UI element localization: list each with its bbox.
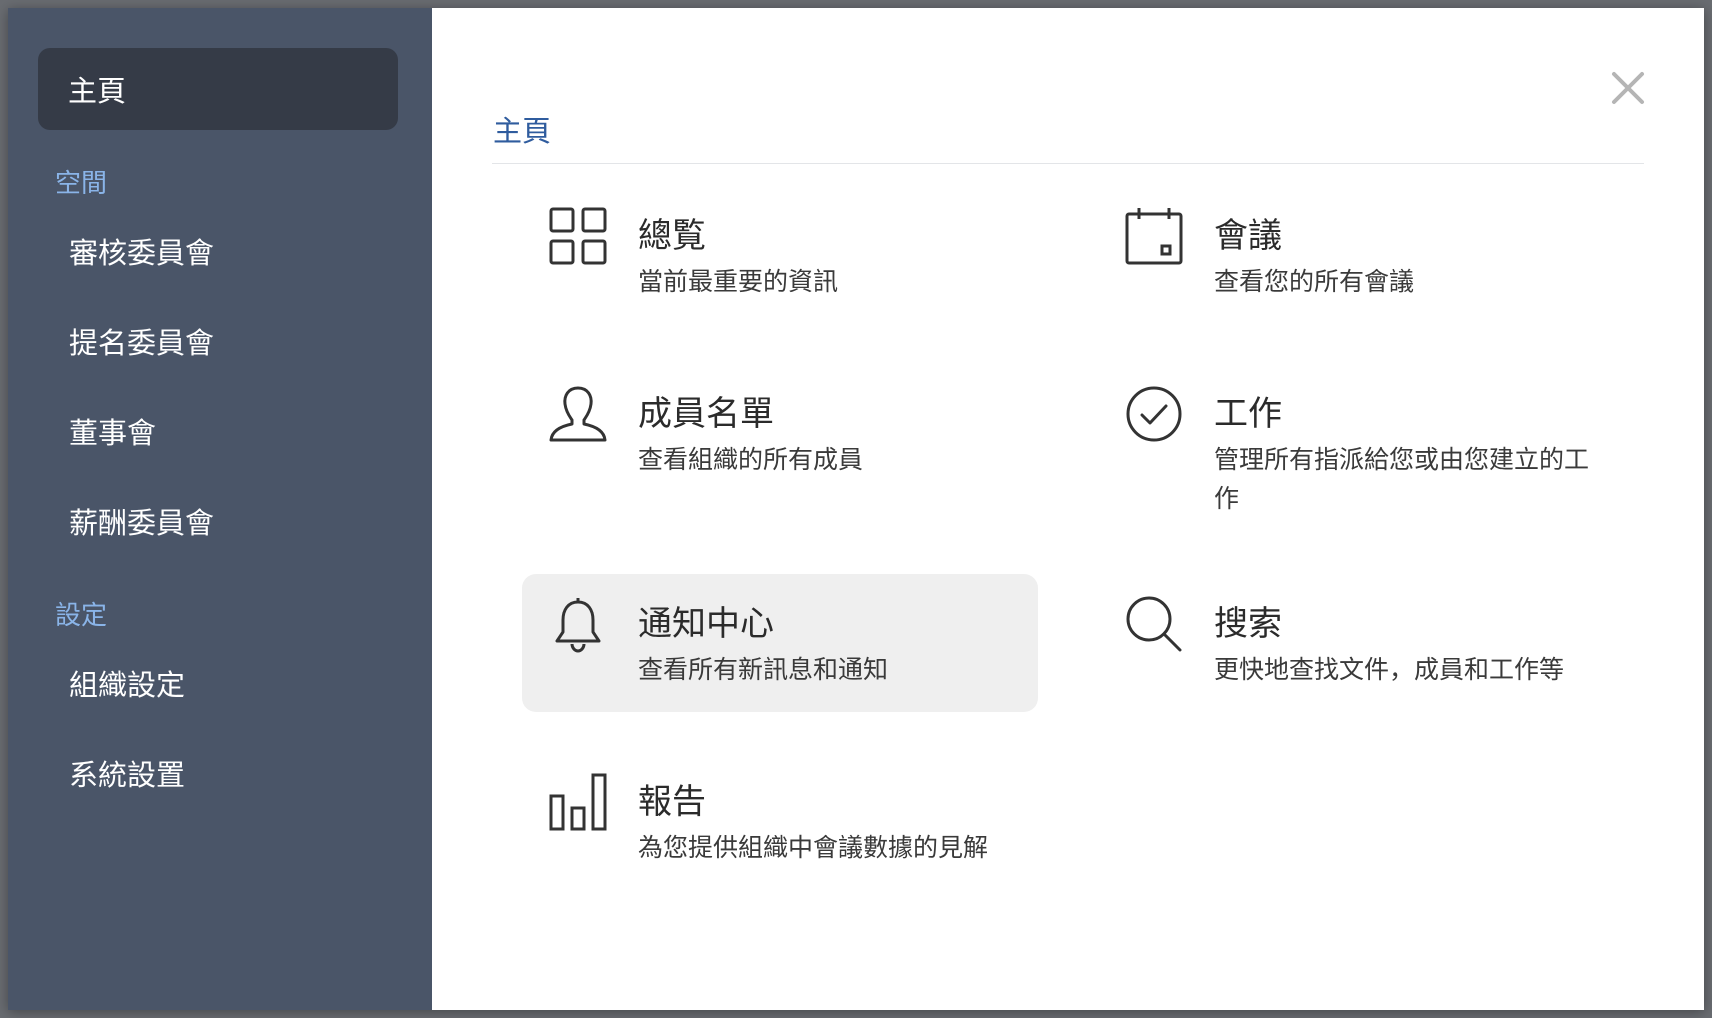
tile-description: 查看您的所有會議 [1214,267,1415,296]
grid-icon [548,206,608,266]
sidebar-item-home[interactable]: 主頁 [38,48,398,130]
tile-overview[interactable]: 總覧 當前最重要的資訊 [522,186,1038,324]
sidebar-item-board[interactable]: 董事會 [8,388,432,478]
sidebar-section-spaces: 空間 [55,169,108,199]
tile-title: 會議 [1214,216,1282,256]
sidebar-item-system-settings[interactable]: 系統設置 [8,730,432,820]
tile-meetings[interactable]: 會議 查看您的所有會議 [1098,186,1614,324]
sidebar-item-remuneration-committee[interactable]: 薪酬委員會 [8,478,432,568]
navigation-modal: 主頁 空間 審核委員會 提名委員會 董事會 薪酬委員會 設定 組織設定 系統設置… [8,8,1704,1010]
tile-notification-center[interactable]: 通知中心 查看所有新訊息和通知 [522,574,1038,712]
tile-description: 查看所有新訊息和通知 [638,655,889,684]
tile-tasks[interactable]: 工作 管理所有指派給您或由您建立的工作 [1098,364,1614,534]
sidebar-item-nomination-committee[interactable]: 提名委員會 [8,298,432,388]
tile-search[interactable]: 搜索 更快地查找文件，成員和工作等 [1098,574,1614,712]
tile-title: 成員名單 [638,394,774,434]
bell-icon [548,594,608,654]
tile-reports[interactable]: 報告 為您提供組織中會議數據的見解 [522,752,1038,890]
calendar-icon [1124,206,1184,266]
sidebar-item-org-settings[interactable]: 組織設定 [8,640,432,730]
tile-description: 查看組織的所有成員 [638,445,864,474]
person-icon [548,384,608,444]
tile-title: 報告 [638,782,706,822]
title-divider [492,163,1644,164]
tile-description: 為您提供組織中會議數據的見解 [638,833,989,862]
sidebar-section-settings: 設定 [55,601,108,631]
tile-description: 管理所有指派給您或由您建立的工作 [1214,445,1590,513]
tile-members[interactable]: 成員名單 查看組織的所有成員 [522,364,1038,502]
tile-description: 更快地查找文件，成員和工作等 [1214,655,1565,684]
tile-title: 通知中心 [638,604,774,644]
check-circle-icon [1124,384,1184,444]
search-icon [1124,594,1184,654]
tile-title: 搜索 [1214,604,1282,644]
page-title: 主頁 [493,114,552,148]
sidebar: 主頁 空間 審核委員會 提名委員會 董事會 薪酬委員會 設定 組織設定 系統設置 [8,8,432,1010]
main-content: 主頁 總覧 當前最重要的資訊 會議 查看您的所有會議 成員名單 查看組織的所有成… [432,8,1704,1010]
sidebar-item-audit-committee[interactable]: 審核委員會 [8,208,432,298]
tile-description: 當前最重要的資訊 [638,267,839,296]
bar-chart-icon [548,772,608,832]
close-icon[interactable] [1606,66,1650,110]
tile-title: 工作 [1214,394,1282,434]
tile-title: 總覧 [638,216,706,256]
